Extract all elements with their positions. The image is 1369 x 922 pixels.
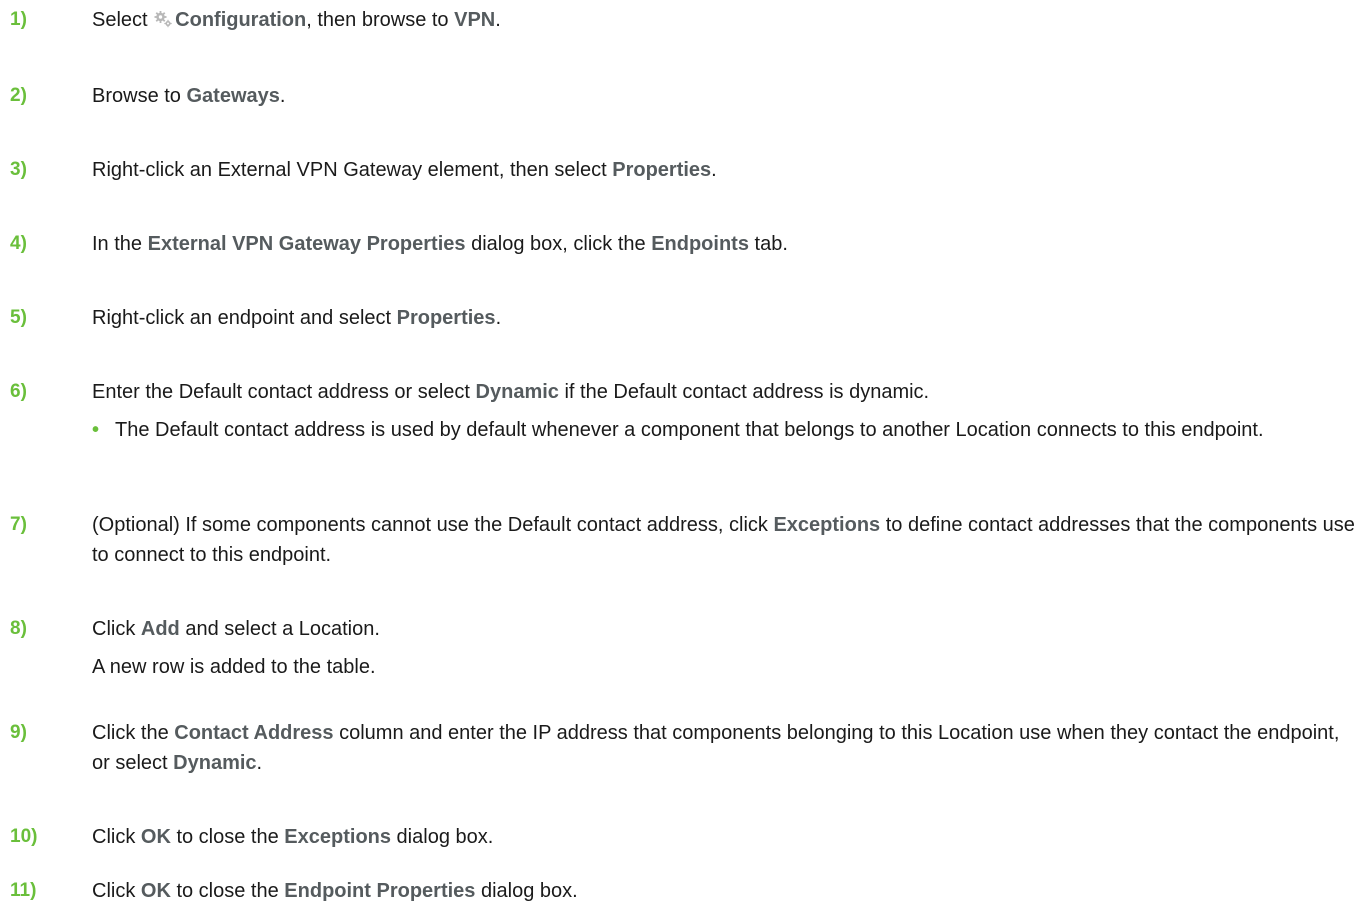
step-text-part: Right-click an External VPN Gateway elem… <box>92 159 613 181</box>
step-text: Right-click an endpoint and select Prope… <box>92 303 1362 333</box>
step-number: 8) <box>10 618 27 639</box>
step-text-part: . <box>711 159 717 181</box>
step-number: 9) <box>10 722 27 743</box>
step-text-part: . <box>495 9 501 31</box>
step-text-part: Enter the Default contact address or sel… <box>92 381 476 403</box>
step-text-part: if the Default contact address is dynami… <box>558 381 930 403</box>
step-text-part: and select a Location. <box>179 618 380 640</box>
step-text-part: Browse to <box>92 85 187 107</box>
step-text-part: Click <box>92 880 141 902</box>
ui-term: Contact Address <box>174 722 334 744</box>
step-number: 5) <box>10 307 27 328</box>
step-text: Select Configuration, then browse to VPN… <box>92 5 1362 35</box>
step-text: (Optional) If some components cannot use… <box>92 510 1362 570</box>
step-text-part: . <box>279 85 286 107</box>
step-text-part: Click the <box>92 722 175 744</box>
step-text: Click OK to close the Endpoint Propertie… <box>92 876 1362 906</box>
ui-term: Endpoint Properties <box>284 880 476 902</box>
ui-term: Endpoints <box>651 233 749 255</box>
step-text: In the External VPN Gateway Properties d… <box>92 229 1362 259</box>
step-text: Click the Contact Address column and ent… <box>92 718 1362 778</box>
step-text-part: Select <box>92 9 154 31</box>
step-text-part: Click <box>92 826 141 848</box>
step-text: Click OK to close the Exceptions dialog … <box>92 822 1362 852</box>
step-text-part: tab. <box>748 233 788 255</box>
ui-term: Exceptions <box>284 826 391 848</box>
ui-term: Properties <box>612 159 712 181</box>
ui-term: OK <box>140 880 171 902</box>
step-text-part: dialog box. <box>391 826 494 848</box>
step-text-part: In the <box>92 233 148 255</box>
step-text: Enter the Default contact address or sel… <box>92 377 1362 407</box>
ui-term: Dynamic <box>173 752 257 774</box>
gear-icon <box>153 8 173 28</box>
bullet-text: The Default contact address is used by d… <box>115 419 1264 441</box>
step-text-part: . <box>256 752 263 774</box>
ui-term: Exceptions <box>773 514 881 536</box>
ui-term: Configuration <box>175 9 307 31</box>
step-number: 11) <box>10 880 37 901</box>
step-text: Right-click an External VPN Gateway elem… <box>92 155 1362 185</box>
step-number: 4) <box>10 233 27 254</box>
step-text-part: dialog box, click the <box>465 233 652 255</box>
step-text-part: , then browse to <box>306 9 455 31</box>
step-number: 10) <box>10 826 38 847</box>
ui-term: Gateways <box>186 85 280 107</box>
step-text-part: Right-click an endpoint and select <box>92 307 397 329</box>
step-text: Click Add and select a Location. A new ro… <box>92 614 1362 682</box>
step-result: A new row is added to the table. <box>92 656 376 678</box>
step-text: Browse to Gateways. <box>92 81 1362 111</box>
step-number: 1) <box>10 9 27 30</box>
ui-term: VPN <box>454 9 496 31</box>
step-number: 7) <box>10 514 27 535</box>
step-text-part: . <box>495 307 502 329</box>
ui-term: Properties <box>396 307 496 329</box>
step-text-part: dialog box. <box>475 880 578 902</box>
step-number: 3) <box>10 159 27 180</box>
step-text-part: (Optional) If some components cannot use… <box>92 514 774 536</box>
ui-term: Add <box>140 618 180 640</box>
ui-term: OK <box>140 826 171 848</box>
ui-term: External VPN Gateway Properties <box>147 233 466 255</box>
step-number: 6) <box>10 381 27 402</box>
ui-term: Dynamic <box>475 381 559 403</box>
bullet-dot: • <box>92 419 100 441</box>
step-text-part: to close the <box>170 826 285 848</box>
step-number: 2) <box>10 85 27 106</box>
step-text-part: to close the <box>170 880 285 902</box>
step-text-part: Click <box>92 618 141 640</box>
